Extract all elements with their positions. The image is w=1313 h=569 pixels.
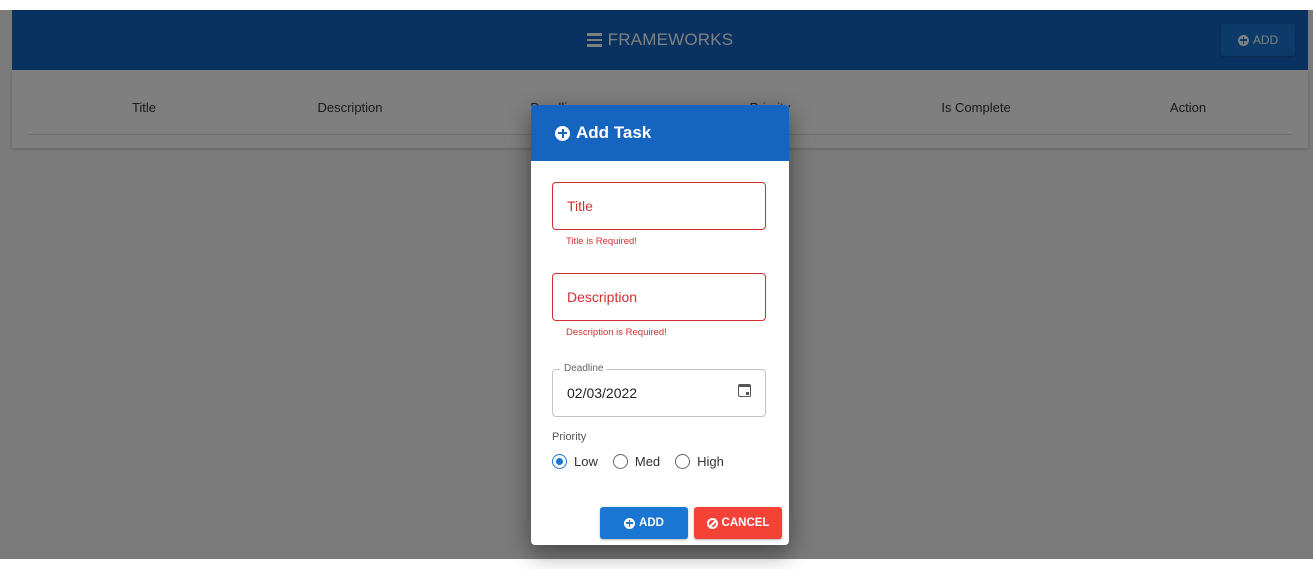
title-field[interactable]: Title [552,182,766,230]
cancel-button[interactable]: CANCEL [694,507,782,539]
add-task-button[interactable]: ADD [600,507,688,539]
description-field-placeholder: Description [567,289,638,305]
cancel-label: CANCEL [721,517,770,529]
priority-option-high-label: High [697,454,724,469]
add-task-dialog: Add Task Title Title is Required! Descri… [531,105,789,545]
priority-option-high[interactable]: High [675,454,724,469]
calendar-icon[interactable] [738,384,751,397]
dialog-title: Add Task [576,123,652,142]
priority-option-med-label: Med [634,454,661,469]
deadline-field[interactable]: 02/03/2022 [552,369,766,417]
cropped-heading [0,0,1313,10]
title-field-placeholder: Title [567,198,593,214]
radio-unchecked-icon[interactable] [612,454,628,469]
priority-option-low[interactable]: Low [552,454,598,469]
add-task-label: ADD [639,517,664,529]
radio-checked-icon[interactable] [552,454,567,469]
ban-icon [706,517,718,529]
radio-unchecked-icon[interactable] [675,454,691,469]
priority-option-med[interactable]: Med [612,454,661,469]
title-error-text: Title is Required! [566,236,637,247]
dialog-header: Add Task [531,105,789,161]
plus-circle-icon [555,125,570,141]
priority-option-low-label: Low [574,454,598,469]
priority-label: Priority [552,431,587,443]
priority-radio-group: Low Med High [552,454,739,469]
description-error-text: Description is Required! [566,327,667,338]
bottom-strip [0,559,1313,569]
description-field[interactable]: Description [552,273,766,321]
deadline-value: 02/03/2022 [567,385,638,401]
plus-circle-icon [624,517,636,529]
deadline-label: Deadline [560,363,608,374]
